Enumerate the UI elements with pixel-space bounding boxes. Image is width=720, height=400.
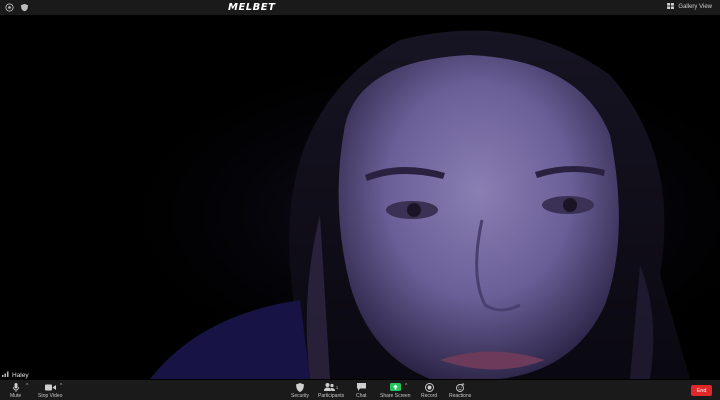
stop-video-button[interactable]: Stop Video xyxy=(38,382,62,399)
meeting-info-icon[interactable] xyxy=(4,2,15,13)
video-frame xyxy=(0,15,720,379)
security-button[interactable]: Security xyxy=(291,382,309,399)
top-bar: MELBET Gallery View xyxy=(0,0,720,15)
gallery-view-button[interactable]: Gallery View xyxy=(667,3,712,11)
share-screen-label: Share Screen xyxy=(380,393,411,399)
end-meeting-button[interactable]: End xyxy=(691,385,712,396)
security-label: Security xyxy=(291,393,310,399)
chat-button[interactable]: Chat xyxy=(356,382,367,399)
chat-bubble-icon xyxy=(356,382,366,392)
share-screen-icon xyxy=(389,382,401,392)
record-icon xyxy=(424,382,434,392)
participant-name-tag: Haley xyxy=(2,371,29,379)
shield-icon[interactable] xyxy=(19,2,30,13)
microphone-icon xyxy=(12,382,19,392)
share-options-chevron-icon[interactable]: ^ xyxy=(405,383,407,389)
participants-count: 1 xyxy=(335,384,339,390)
participants-button[interactable]: 1 Participants xyxy=(318,382,344,399)
chat-label: Chat xyxy=(356,393,367,399)
record-label: Record xyxy=(421,393,438,399)
participant-name: Haley xyxy=(12,371,29,379)
video-call-window: MELBET Gallery View Haley Mute ^ Stop Vi… xyxy=(0,0,720,400)
grid-icon xyxy=(667,3,675,11)
mute-button[interactable]: Mute xyxy=(10,382,21,399)
video-camera-icon xyxy=(44,382,56,392)
signal-strength-icon xyxy=(2,371,9,379)
reactions-label: Reactions xyxy=(449,393,472,399)
participants-label: Participants xyxy=(318,393,345,399)
audio-options-chevron-icon[interactable]: ^ xyxy=(26,383,28,389)
end-label: End xyxy=(696,387,707,394)
participant-video xyxy=(0,15,720,379)
mute-label: Mute xyxy=(10,393,22,399)
stop-video-label: Stop Video xyxy=(38,393,63,399)
security-shield-icon xyxy=(296,382,305,392)
brand-watermark: MELBET xyxy=(228,2,276,13)
reactions-button[interactable]: Reactions xyxy=(449,382,471,399)
smiley-plus-icon xyxy=(455,382,465,392)
record-button[interactable]: Record xyxy=(421,382,437,399)
video-options-chevron-icon[interactable]: ^ xyxy=(60,383,62,389)
gallery-view-label: Gallery View xyxy=(678,4,712,10)
meeting-toolbar: Mute ^ Stop Video ^ Security 1 Participa… xyxy=(0,380,720,400)
